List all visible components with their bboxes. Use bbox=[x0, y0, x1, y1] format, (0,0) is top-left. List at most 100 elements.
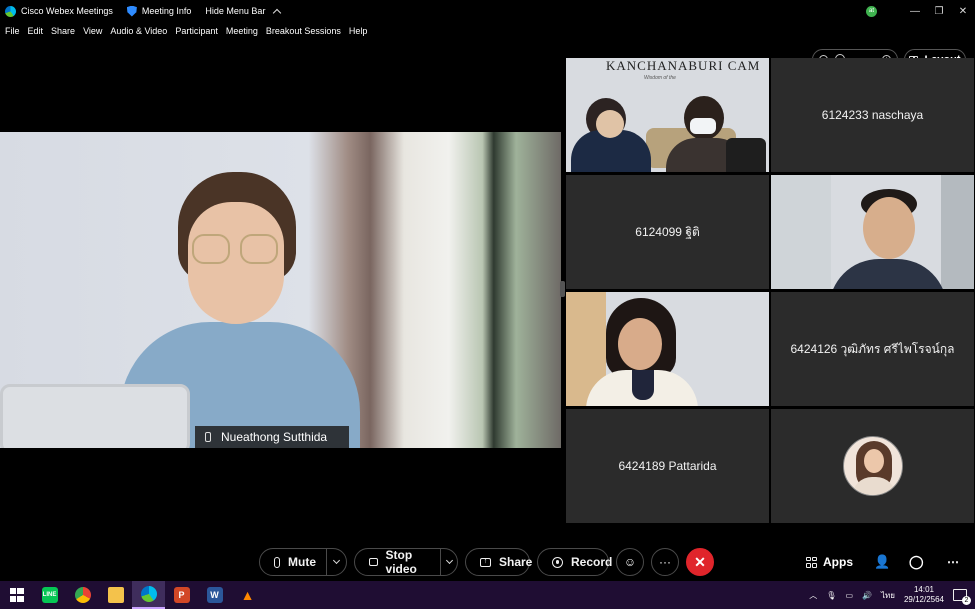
stop-video-label: Stop video bbox=[385, 548, 417, 576]
chevron-down-icon bbox=[332, 556, 341, 565]
microphone-icon bbox=[274, 556, 280, 568]
phone-icon bbox=[205, 432, 211, 442]
user-avatar[interactable]: at bbox=[866, 5, 877, 17]
clock-date: 29/12/2564 bbox=[903, 595, 944, 604]
chevron-up-icon bbox=[273, 8, 282, 17]
chevron-up-icon[interactable]: ︿ bbox=[809, 590, 817, 601]
close-icon[interactable]: ✕ bbox=[951, 6, 975, 17]
mute-options-dropdown[interactable] bbox=[326, 549, 346, 575]
participant-name: 6424189 Pattarida bbox=[618, 459, 717, 473]
tablet-device bbox=[0, 384, 190, 448]
participants-button[interactable]: 👤 bbox=[874, 548, 890, 576]
restore-icon[interactable]: ❐ bbox=[927, 6, 951, 17]
window-controls: at — ❐ ✕ bbox=[866, 0, 975, 22]
title-bar: Cisco Webex Meetings Meeting Info Hide M… bbox=[0, 0, 975, 22]
participants-icon: 👤 bbox=[874, 554, 891, 569]
word-app-icon: W bbox=[206, 587, 223, 603]
stop-video-button[interactable]: Stop video bbox=[354, 548, 458, 576]
participant-tile[interactable] bbox=[771, 409, 974, 523]
participant-tile[interactable]: 6424189 Pattarida bbox=[566, 409, 769, 523]
mute-button[interactable]: Mute bbox=[259, 548, 347, 576]
speaker-name-tag: Nueathong Sutthida bbox=[195, 426, 350, 448]
participant-tile[interactable]: 6124099 ฐิติ bbox=[566, 175, 769, 289]
clock-time: 14:01 bbox=[913, 585, 934, 594]
apps-button[interactable]: Apps bbox=[806, 548, 853, 576]
video-options-dropdown[interactable] bbox=[440, 549, 457, 575]
participant-tile[interactable]: 6424126 วุฒิภัทร ศรีไพโรจน์กุล bbox=[771, 292, 974, 406]
minimize-icon[interactable]: — bbox=[903, 6, 927, 17]
language-indicator[interactable]: ไทย bbox=[881, 589, 895, 602]
record-label: Record bbox=[571, 555, 613, 569]
more-panels-button[interactable]: ⋯ bbox=[947, 548, 959, 576]
taskbar-app-file-explorer[interactable] bbox=[99, 581, 132, 609]
more-icon: ⋯ bbox=[947, 555, 959, 569]
background-sign-text: KANCHANABURI CAM bbox=[606, 58, 761, 73]
menu-participant[interactable]: Participant bbox=[175, 26, 218, 36]
chrome-app-icon bbox=[74, 587, 91, 603]
mute-label: Mute bbox=[288, 555, 316, 569]
record-icon bbox=[552, 556, 563, 568]
end-meeting-button[interactable]: ✕ bbox=[686, 548, 714, 576]
vlc-app-icon: ▲ bbox=[240, 587, 255, 603]
windows-taskbar: LINE P W ▲ ︿ 🎙 ▭ 🔊 ไทย 14:01 29/12/2564 … bbox=[0, 581, 975, 609]
background-sign-subtext: Wisdom of the bbox=[644, 75, 676, 81]
menu-edit[interactable]: Edit bbox=[28, 26, 44, 36]
more-options-button[interactable]: ··· bbox=[651, 548, 679, 576]
menu-bar: File Edit Share View Audio & Video Parti… bbox=[0, 23, 369, 39]
hide-menu-bar-button[interactable]: Hide Menu Bar bbox=[205, 6, 282, 17]
webex-logo-icon bbox=[5, 5, 16, 17]
powerpoint-app-icon: P bbox=[173, 587, 190, 603]
network-icon[interactable]: ▭ bbox=[845, 591, 853, 600]
meeting-info-button[interactable]: Meeting Info bbox=[126, 5, 192, 17]
participant-avatar bbox=[842, 436, 903, 496]
taskbar-app-word[interactable]: W bbox=[198, 581, 231, 609]
share-button[interactable]: ↑ Share bbox=[465, 548, 533, 576]
app-title-text: Cisco Webex Meetings bbox=[21, 6, 113, 16]
menu-help[interactable]: Help bbox=[349, 26, 368, 36]
menu-breakout-sessions[interactable]: Breakout Sessions bbox=[266, 26, 341, 36]
participant-tile[interactable]: 6124233 naschaya bbox=[771, 58, 974, 172]
menu-audio-video[interactable]: Audio & Video bbox=[110, 26, 167, 36]
active-speaker-video[interactable]: Nueathong Sutthida bbox=[0, 132, 561, 448]
chat-button[interactable]: ◯ bbox=[909, 548, 924, 576]
hide-menu-bar-label: Hide Menu Bar bbox=[205, 6, 266, 16]
notification-count: 2 bbox=[962, 596, 971, 605]
chat-icon: ◯ bbox=[909, 554, 924, 569]
taskbar-app-chrome[interactable] bbox=[66, 581, 99, 609]
meeting-info-label: Meeting Info bbox=[141, 6, 192, 16]
app-title: Cisco Webex Meetings bbox=[5, 5, 113, 17]
microphone-tray-icon[interactable]: 🎙 bbox=[826, 591, 836, 600]
system-tray: ︿ 🎙 ▭ 🔊 ไทย 14:01 29/12/2564 2 bbox=[809, 581, 975, 609]
webex-app-icon bbox=[140, 586, 157, 602]
close-icon: ✕ bbox=[694, 553, 706, 570]
volume-icon[interactable]: 🔊 bbox=[862, 591, 872, 600]
menu-view[interactable]: View bbox=[83, 26, 102, 36]
line-app-icon: LINE bbox=[41, 587, 58, 603]
folder-icon bbox=[107, 587, 124, 603]
share-label: Share bbox=[499, 555, 533, 569]
participant-name: 6124233 naschaya bbox=[821, 108, 924, 122]
share-icon: ↑ bbox=[480, 557, 491, 567]
apps-label: Apps bbox=[823, 555, 853, 569]
speaker-name: Nueathong Sutthida bbox=[221, 430, 328, 444]
more-icon: ··· bbox=[659, 555, 671, 569]
smiley-icon: ☺ bbox=[623, 555, 637, 569]
menu-meeting[interactable]: Meeting bbox=[226, 26, 258, 36]
taskbar-app-vlc[interactable]: ▲ bbox=[231, 581, 264, 609]
participant-tile[interactable] bbox=[771, 175, 974, 289]
menu-share[interactable]: Share bbox=[51, 26, 75, 36]
camera-icon bbox=[369, 558, 378, 566]
notification-center-icon[interactable]: 2 bbox=[953, 589, 971, 605]
taskbar-app-webex[interactable] bbox=[132, 581, 165, 609]
menu-file[interactable]: File bbox=[5, 26, 20, 36]
taskbar-app-powerpoint[interactable]: P bbox=[165, 581, 198, 609]
participant-tile[interactable]: KANCHANABURI CAM Wisdom of the bbox=[566, 58, 769, 172]
participant-tile[interactable] bbox=[566, 292, 769, 406]
record-button[interactable]: Record bbox=[537, 548, 613, 576]
start-button[interactable] bbox=[0, 581, 33, 609]
participant-name: 6424126 วุฒิภัทร ศรีไพโรจน์กุล bbox=[790, 341, 955, 356]
panel-splitter-handle[interactable] bbox=[560, 281, 565, 297]
reactions-button[interactable]: ☺ bbox=[616, 548, 644, 576]
clock[interactable]: 14:01 29/12/2564 bbox=[904, 585, 944, 605]
taskbar-app-line[interactable]: LINE bbox=[33, 581, 66, 609]
